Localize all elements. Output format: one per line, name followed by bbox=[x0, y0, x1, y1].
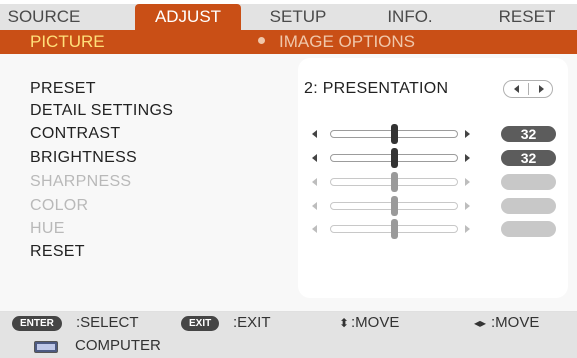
preset-value: 2: PRESENTATION bbox=[304, 80, 449, 97]
source-status-bar: COMPUTER bbox=[0, 334, 577, 358]
arrow-left-icon bbox=[312, 202, 317, 210]
hue-slider bbox=[312, 218, 472, 240]
menu-item-preset[interactable]: PRESET bbox=[30, 78, 96, 100]
color-slider bbox=[312, 195, 472, 217]
current-source: COMPUTER bbox=[75, 337, 161, 354]
arrow-right-icon bbox=[538, 85, 544, 93]
tab-info[interactable]: INFO. bbox=[370, 4, 450, 30]
arrow-left-icon bbox=[312, 178, 317, 186]
arrow-right-icon bbox=[465, 225, 470, 233]
contrast-slider[interactable] bbox=[312, 123, 472, 145]
contrast-value: 32 bbox=[501, 126, 556, 142]
tab-reset[interactable]: RESET bbox=[487, 4, 567, 30]
subtab-image-options-label: IMAGE OPTIONS bbox=[279, 32, 416, 51]
hue-value bbox=[501, 221, 556, 237]
key-hint-bar: ENTER :SELECT EXIT :EXIT ⬍ :MOVE ◂▸ :MOV… bbox=[0, 312, 577, 334]
move-vertical-hint: :MOVE bbox=[351, 314, 400, 331]
preset-prev-button[interactable] bbox=[505, 83, 527, 95]
menu-item-brightness[interactable]: BRIGHTNESS bbox=[30, 147, 137, 169]
menu-item-contrast[interactable]: CONTRAST bbox=[30, 123, 120, 145]
exit-key-badge: EXIT bbox=[181, 316, 220, 331]
slider-knob[interactable] bbox=[390, 124, 398, 144]
tab-source[interactable]: SOURCE bbox=[0, 4, 88, 30]
menu-item-detail-settings[interactable]: DETAIL SETTINGS bbox=[30, 100, 173, 122]
brightness-slider[interactable] bbox=[312, 147, 472, 169]
tab-adjust[interactable]: ADJUST bbox=[135, 4, 241, 30]
menu-item-reset[interactable]: RESET bbox=[30, 241, 85, 263]
arrow-right-icon bbox=[465, 130, 470, 138]
brightness-value: 32 bbox=[501, 150, 556, 166]
arrow-right-icon bbox=[465, 154, 470, 162]
sharpness-value bbox=[501, 174, 556, 190]
slider-knob bbox=[390, 172, 398, 192]
select-hint: :SELECT bbox=[76, 314, 139, 331]
sharpness-slider bbox=[312, 171, 472, 193]
arrow-right-icon bbox=[465, 178, 470, 186]
subtab-picture[interactable]: PICTURE bbox=[30, 30, 105, 54]
selector-divider bbox=[528, 83, 529, 95]
arrow-left-icon bbox=[312, 225, 317, 233]
monitor-icon bbox=[34, 341, 58, 353]
color-value bbox=[501, 198, 556, 214]
move-horizontal-hint: :MOVE bbox=[491, 314, 540, 331]
arrow-right-icon bbox=[465, 202, 470, 210]
bullet-icon bbox=[258, 37, 265, 45]
exit-hint: :EXIT bbox=[233, 314, 271, 331]
slider-knob[interactable] bbox=[390, 148, 398, 168]
updown-arrows-icon: ⬍ bbox=[339, 316, 350, 330]
menu-item-sharpness: SHARPNESS bbox=[30, 173, 132, 190]
subtab-image-options[interactable]: IMAGE OPTIONS bbox=[258, 30, 415, 54]
arrow-left-icon bbox=[312, 130, 317, 138]
main-tab-bar: SOURCE ADJUST SETUP INFO. RESET bbox=[0, 4, 577, 30]
tab-setup[interactable]: SETUP bbox=[258, 4, 338, 30]
subtab-bar: PICTURE IMAGE OPTIONS bbox=[0, 30, 577, 54]
menu-item-color: COLOR bbox=[30, 197, 89, 214]
arrow-left-icon bbox=[513, 85, 519, 93]
arrow-left-icon bbox=[312, 154, 317, 162]
slider-knob bbox=[390, 196, 398, 216]
leftright-arrows-icon: ◂▸ bbox=[474, 316, 487, 330]
enter-key-badge: ENTER bbox=[12, 316, 62, 331]
preset-selector[interactable] bbox=[503, 80, 553, 98]
menu-item-hue: HUE bbox=[30, 220, 65, 237]
preset-next-button[interactable] bbox=[530, 83, 552, 95]
slider-knob bbox=[390, 219, 398, 239]
